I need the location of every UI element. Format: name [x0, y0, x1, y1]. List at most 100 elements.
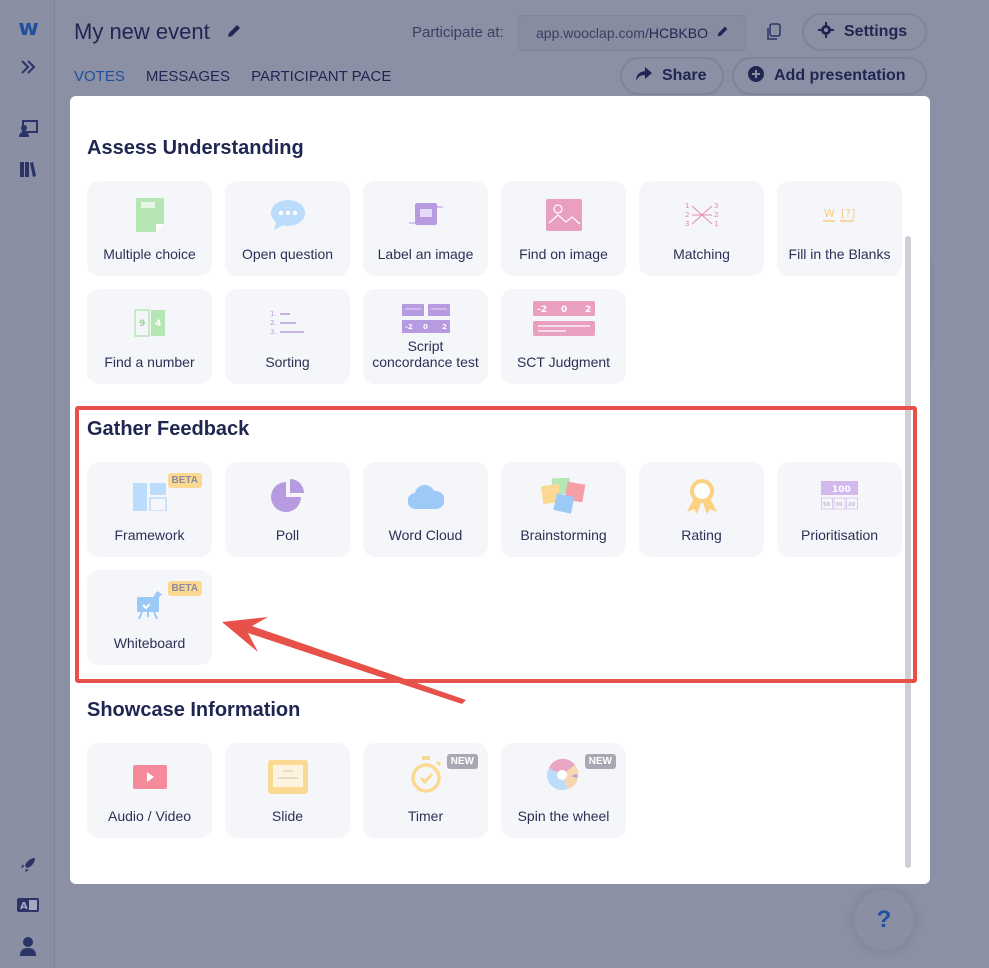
- participation-url[interactable]: app.wooclap.com/HCBKBO: [518, 15, 746, 51]
- svg-text:-2: -2: [405, 323, 413, 331]
- svg-text:100: 100: [832, 485, 851, 495]
- svg-text:2: 2: [442, 323, 447, 331]
- sorting-icon: 1. 2. 3.: [225, 305, 350, 341]
- tile-sct-judgment[interactable]: -2 0 2 SCT Judgment: [501, 289, 626, 384]
- speech-bubble-icon: [225, 197, 350, 233]
- sct-icon: -2 0 2: [363, 301, 488, 337]
- tile-word-cloud[interactable]: Word Cloud: [363, 462, 488, 557]
- user-icon[interactable]: [0, 936, 55, 956]
- svg-text:[?]: [?]: [841, 207, 855, 220]
- plus-circle-icon: [748, 65, 764, 87]
- tile-whiteboard[interactable]: BETA Whiteboard: [87, 570, 212, 665]
- tile-label: Whiteboard: [113, 635, 186, 651]
- tile-audio-video[interactable]: Audio / Video: [87, 743, 212, 838]
- modal-scrollbar[interactable]: [905, 236, 911, 868]
- rocket-icon[interactable]: [0, 856, 55, 874]
- tile-rating[interactable]: Rating: [639, 462, 764, 557]
- event-title: My new event: [74, 19, 242, 45]
- tile-label: Open question: [241, 246, 334, 262]
- tile-find-a-number[interactable]: 94 Find a number: [87, 289, 212, 384]
- tile-fill-in-the-blanks[interactable]: W [?] Fill in the Blanks: [777, 181, 902, 276]
- svg-text:3: 3: [685, 220, 689, 228]
- svg-text:2: 2: [585, 305, 591, 315]
- tile-timer[interactable]: NEW Timer: [363, 743, 488, 838]
- pie-chart-icon: [225, 478, 350, 514]
- tile-brainstorming[interactable]: Brainstorming: [501, 462, 626, 557]
- translate-icon[interactable]: A: [0, 898, 55, 912]
- tile-multiple-choice[interactable]: Multiple choice: [87, 181, 212, 276]
- tile-script-concordance-test[interactable]: -2 0 2 Script concordance test: [363, 289, 488, 384]
- tile-label: Poll: [275, 527, 300, 543]
- edit-title-icon[interactable]: [226, 19, 242, 45]
- new-badge: NEW: [584, 754, 616, 769]
- edit-url-icon[interactable]: [716, 25, 729, 41]
- cloud-icon: [363, 478, 488, 514]
- share-icon: [636, 66, 652, 86]
- svg-text:1: 1: [714, 220, 718, 228]
- svg-text:2: 2: [685, 211, 689, 219]
- url-code: HCBKBO: [648, 25, 708, 41]
- tile-label: Fill in the Blanks: [788, 246, 891, 262]
- svg-text:0: 0: [423, 323, 428, 331]
- section-title-showcase: Showcase Information: [87, 699, 301, 721]
- tile-label: Script concordance test: [372, 338, 479, 370]
- svg-text:A: A: [20, 901, 28, 912]
- svg-text:0: 0: [561, 305, 567, 315]
- tile-label: Matching: [673, 246, 730, 262]
- tile-label: Label an image: [377, 246, 474, 262]
- svg-text:4: 4: [155, 319, 161, 329]
- sticky-notes-icon: [501, 478, 626, 514]
- tile-label: Slide: [271, 808, 304, 824]
- url-prefix: app.wooclap.com/: [536, 25, 649, 41]
- tile-label: Timer: [407, 808, 444, 824]
- presenter-icon[interactable]: [0, 120, 55, 138]
- library-icon[interactable]: [0, 160, 55, 178]
- svg-text:2.: 2.: [270, 319, 277, 327]
- tile-label: Find a number: [104, 354, 195, 370]
- tile-label-an-image[interactable]: Label an image: [363, 181, 488, 276]
- participate-label: Participate at:: [412, 24, 504, 41]
- wooclap-logo[interactable]: w: [0, 16, 55, 41]
- tab-messages[interactable]: MESSAGES: [146, 68, 230, 85]
- svg-text:50: 50: [823, 502, 830, 508]
- tile-label: Rating: [681, 527, 722, 543]
- tile-sorting[interactable]: 1. 2. 3. Sorting: [225, 289, 350, 384]
- tile-open-question[interactable]: Open question: [225, 181, 350, 276]
- svg-text:-2: -2: [537, 305, 547, 315]
- svg-text:9: 9: [139, 319, 145, 329]
- share-button[interactable]: Share: [620, 57, 724, 95]
- tab-votes[interactable]: VOTES: [74, 68, 125, 85]
- add-presentation-label: Add presentation: [774, 67, 906, 84]
- multiple-choice-icon: [87, 197, 212, 233]
- gear-icon: [818, 21, 834, 43]
- tile-prioritisation[interactable]: 100 50 30 20 Prioritisation: [777, 462, 902, 557]
- svg-text:3: 3: [714, 202, 718, 210]
- number-icon: 94: [87, 305, 212, 341]
- tile-poll[interactable]: Poll: [225, 462, 350, 557]
- tile-label: Find on image: [519, 246, 608, 262]
- tab-participant-pace[interactable]: PARTICIPANT PACE: [251, 68, 391, 85]
- section-title-assess: Assess Understanding: [87, 137, 304, 159]
- tile-label: Prioritisation: [800, 527, 879, 543]
- tile-slide[interactable]: Slide: [225, 743, 350, 838]
- image-icon: [501, 197, 626, 233]
- tile-label: Sorting: [265, 354, 310, 370]
- help-button[interactable]: ?: [854, 890, 914, 950]
- tile-label: Framework: [114, 527, 185, 543]
- matching-icon: 123321: [639, 197, 764, 233]
- slide-icon: [225, 759, 350, 795]
- tabs: VOTES MESSAGES PARTICIPANT PACE: [74, 68, 391, 85]
- tile-framework[interactable]: BETA Framework: [87, 462, 212, 557]
- copy-icon[interactable]: [765, 23, 781, 46]
- svg-text:2: 2: [714, 211, 718, 219]
- add-presentation-button[interactable]: Add presentation: [732, 57, 927, 95]
- tile-matching[interactable]: 123321 Matching: [639, 181, 764, 276]
- tile-label: Word Cloud: [388, 527, 463, 543]
- tile-spin-the-wheel[interactable]: NEW Spin the wheel: [501, 743, 626, 838]
- settings-button[interactable]: Settings: [802, 13, 927, 51]
- expand-icon[interactable]: [0, 58, 55, 76]
- share-label: Share: [662, 67, 707, 84]
- settings-label: Settings: [844, 23, 908, 40]
- section-title-gather: Gather Feedback: [87, 418, 250, 440]
- tile-find-on-image[interactable]: Find on image: [501, 181, 626, 276]
